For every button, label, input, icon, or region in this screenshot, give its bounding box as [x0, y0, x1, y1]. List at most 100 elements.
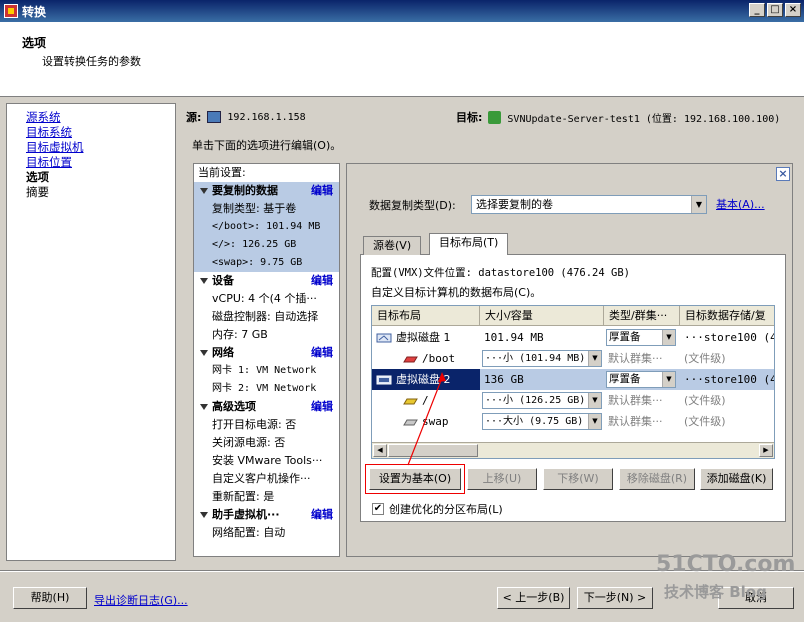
- maximize-button[interactable]: □: [767, 3, 783, 17]
- back-button[interactable]: < 上一步(B): [497, 587, 570, 609]
- datastore-cell: (文件级): [684, 415, 726, 428]
- setting-row: 关闭源电源: 否: [212, 436, 286, 449]
- close-button[interactable]: ×: [785, 3, 801, 17]
- column-size[interactable]: 大小/容量: [480, 306, 604, 326]
- chevron-down-icon[interactable]: ▼: [588, 393, 601, 408]
- tab-source-volumes[interactable]: 源卷(V): [363, 236, 422, 255]
- checkbox-check-icon[interactable]: ✔: [372, 503, 384, 515]
- scroll-right-icon[interactable]: ▶: [759, 444, 773, 457]
- virtual-disk-icon: [376, 333, 392, 343]
- collapse-triangle-icon[interactable]: [200, 278, 208, 284]
- section-helper-vm[interactable]: 助手虚拟机··· 编辑: [194, 506, 339, 524]
- annotation-highlight-box: [365, 464, 465, 494]
- edit-link[interactable]: 编辑: [311, 182, 333, 200]
- chevron-down-icon[interactable]: ▼: [588, 414, 601, 429]
- scroll-thumb[interactable]: [388, 444, 478, 457]
- chevron-down-icon[interactable]: ▼: [662, 330, 675, 345]
- table-row[interactable]: /boot ···小 (101.94 MB) ▼ 默认群集··· (文件级): [372, 348, 774, 369]
- type-select[interactable]: 厚置备 ▼: [606, 371, 676, 388]
- setting-row: 重新配置: 是: [212, 490, 275, 503]
- table-row[interactable]: swap ···大小 (9.75 GB) ▼ 默认群集··· (文件级): [372, 411, 774, 432]
- edit-link[interactable]: 编辑: [311, 272, 333, 290]
- column-target-layout[interactable]: 目标布局: [372, 306, 480, 326]
- column-type[interactable]: 类型/群集···: [604, 306, 680, 326]
- step-source-system[interactable]: 源系统: [7, 110, 175, 125]
- edit-link[interactable]: 编辑: [311, 506, 333, 524]
- page-title: 选项: [22, 36, 47, 50]
- datastore-cell: (文件级): [684, 394, 726, 407]
- chevron-down-icon[interactable]: ▼: [691, 196, 706, 213]
- table-row[interactable]: 虚拟磁盘 1 101.94 MB 厚置备▼ ···store100 (476: [372, 327, 774, 348]
- optimize-partition-checkbox[interactable]: ✔ 创建优化的分区布局(L): [372, 501, 503, 517]
- next-button[interactable]: 下一步(N) >: [577, 587, 653, 609]
- grid-header: 目标布局 大小/容量 类型/群集··· 目标数据存储/复: [372, 306, 774, 326]
- volume-name: /boot: [422, 352, 456, 365]
- target-label: 目标:: [456, 111, 483, 124]
- target-value: SVNUpdate-Server-test1 (位置: 192.168.100.…: [507, 113, 781, 125]
- setting-row: 网卡 2: VM Network: [212, 383, 317, 394]
- watermark-logo: 51CTO.com: [656, 552, 796, 577]
- basic-mode-link[interactable]: 基本(A)...: [716, 196, 765, 212]
- target-layout-grid[interactable]: 目标布局 大小/容量 类型/群集··· 目标数据存储/复 虚拟磁盘 1 101.…: [371, 305, 775, 459]
- type-cell: 默认群集···: [608, 415, 663, 428]
- computer-icon: [207, 111, 222, 123]
- instruction-text: 单击下面的选项进行编辑(O)。: [192, 139, 342, 152]
- source-label: 源:: [186, 111, 202, 124]
- step-options: 选项: [26, 170, 49, 184]
- wizard-header: 选项 设置转换任务的参数: [0, 22, 804, 97]
- move-down-button[interactable]: 下移(W): [543, 468, 613, 490]
- size-select[interactable]: ···小 (101.94 MB) ▼: [482, 350, 602, 367]
- size-cell: 101.94 MB: [484, 331, 544, 344]
- volume-name: swap: [422, 415, 449, 428]
- disk-name: 虚拟磁盘 2: [396, 373, 451, 386]
- collapse-triangle-icon[interactable]: [200, 512, 208, 518]
- help-button[interactable]: 帮助(H): [13, 587, 87, 609]
- current-settings-list: 当前设置: 要复制的数据 编辑 复制类型: 基于卷 </boot>: 101.94…: [193, 163, 340, 557]
- title-bar: 转换 _ □ ×: [0, 0, 804, 22]
- add-disk-button[interactable]: 添加磁盘(K): [700, 468, 773, 490]
- table-row-selected[interactable]: 虚拟磁盘 2 136 GB 厚置备▼ ···store100 (476: [372, 369, 774, 390]
- tab-target-layout[interactable]: 目标布局(T): [429, 233, 509, 255]
- volume-name: /: [422, 394, 429, 407]
- size-select[interactable]: ···大小 (9.75 GB) ▼: [482, 413, 602, 430]
- partition-yellow-icon: [403, 398, 418, 405]
- minimize-button[interactable]: _: [749, 3, 765, 17]
- size-select[interactable]: ···小 (126.25 GB) ▼: [482, 392, 602, 409]
- step-target-vm[interactable]: 目标虚拟机: [7, 140, 175, 155]
- edit-link[interactable]: 编辑: [311, 398, 333, 416]
- setting-row: 内存: 7 GB: [212, 328, 268, 341]
- collapse-triangle-icon[interactable]: [200, 350, 208, 356]
- export-logs-link[interactable]: 导出诊断日志(G)...: [94, 592, 188, 608]
- section-advanced[interactable]: 高级选项 编辑: [194, 398, 339, 416]
- optimize-partition-label: 创建优化的分区布局(L): [389, 503, 503, 516]
- section-network[interactable]: 网络 编辑: [194, 344, 339, 362]
- disk-name: 虚拟磁盘 1: [396, 331, 451, 344]
- setting-row: 网络配置: 自动: [212, 526, 286, 539]
- scroll-left-icon[interactable]: ◀: [373, 444, 387, 457]
- table-row[interactable]: / ···小 (126.25 GB) ▼ 默认群集··· (文件级): [372, 390, 774, 411]
- chevron-down-icon[interactable]: ▼: [588, 351, 601, 366]
- close-panel-icon[interactable]: ×: [776, 167, 790, 181]
- remove-disk-button[interactable]: 移除磁盘(R): [619, 468, 695, 490]
- step-target-location[interactable]: 目标位置: [7, 155, 175, 170]
- collapse-triangle-icon[interactable]: [200, 404, 208, 410]
- column-datastore[interactable]: 目标数据存储/复: [680, 306, 774, 326]
- move-up-button[interactable]: 上移(U): [467, 468, 537, 490]
- collapse-triangle-icon[interactable]: [200, 188, 208, 194]
- setting-row: 复制类型: 基于卷: [194, 200, 339, 218]
- horizontal-scrollbar[interactable]: ◀ ▶: [372, 442, 774, 458]
- vmx-location: 配置(VMX)文件位置: datastore100 (476.24 GB): [371, 267, 630, 279]
- type-select[interactable]: 厚置备 ▼: [606, 329, 676, 346]
- edit-link[interactable]: 编辑: [311, 344, 333, 362]
- data-copy-type-select[interactable]: 选择要复制的卷 ▼: [471, 195, 707, 214]
- section-data-to-copy[interactable]: 要复制的数据 编辑: [194, 182, 339, 200]
- setting-row: 磁盘控制器: 自动选择: [212, 310, 319, 323]
- step-target-system[interactable]: 目标系统: [7, 125, 175, 140]
- section-devices[interactable]: 设备 编辑: [194, 272, 339, 290]
- partition-gray-icon: [403, 419, 418, 426]
- step-summary: 摘要: [26, 185, 49, 199]
- watermark-tagline: 技术博客 Blog: [664, 583, 767, 601]
- wizard-steps: 源系统 目标系统 目标虚拟机 目标位置 选项 摘要: [6, 103, 176, 561]
- converter-app-icon: [4, 4, 18, 18]
- chevron-down-icon[interactable]: ▼: [662, 372, 675, 387]
